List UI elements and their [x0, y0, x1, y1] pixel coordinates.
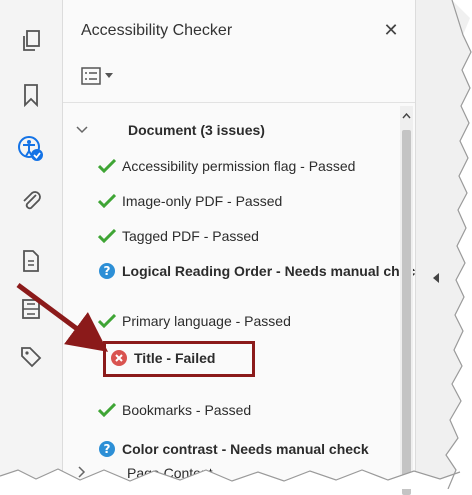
scroll-thumb[interactable]: [402, 130, 411, 495]
passed-check-icon: [98, 312, 116, 330]
chevron-down-icon: [76, 126, 88, 134]
accessibility-checker-panel: Accessibility Checker ✕ Document (3 issu…: [63, 0, 416, 495]
tree-item-label: Bookmarks - Passed: [122, 402, 252, 418]
scroll-up-button[interactable]: [401, 110, 412, 122]
options-button[interactable]: [81, 64, 129, 88]
passed-check-icon: [98, 401, 116, 419]
tree-item[interactable]: Tagged PDF - Passed: [98, 221, 415, 251]
caret-left-icon: [433, 273, 439, 283]
highlight-box: [103, 341, 255, 377]
compare-icon[interactable]: [14, 292, 48, 326]
document-area-edge: [416, 0, 472, 489]
chevron-up-icon: [402, 113, 411, 119]
tree-item-label: Tagged PDF - Passed: [122, 228, 259, 244]
chevron-right-icon: [78, 466, 86, 478]
tool-rail: [0, 0, 63, 489]
panel-title: Accessibility Checker: [81, 22, 233, 39]
tree-item-label: Color contrast - Needs manual check: [122, 441, 369, 457]
tree-item-label: Accessibility permission flag - Passed: [122, 158, 356, 174]
options-list-icon: [81, 67, 101, 85]
manual-check-icon: ?: [98, 440, 116, 458]
document-properties-icon[interactable]: [14, 244, 48, 278]
tree-item[interactable]: Bookmarks - Passed: [98, 395, 415, 425]
tree-item-label: Primary language - Passed: [122, 313, 291, 329]
tree-section-document[interactable]: Document (3 issues): [128, 115, 415, 145]
tree-item[interactable]: Primary language - Passed: [98, 306, 415, 336]
accessibility-icon[interactable]: [14, 132, 48, 166]
scrollbar[interactable]: [400, 106, 413, 495]
pages-icon[interactable]: [14, 24, 48, 58]
results-tree: Document (3 issues) Accessibility permis…: [63, 103, 415, 489]
close-icon: ✕: [383, 19, 399, 40]
tree-item[interactable]: Image-only PDF - Passed: [98, 186, 415, 216]
close-button[interactable]: ✕: [379, 18, 403, 42]
svg-text:?: ?: [104, 442, 111, 456]
manual-check-icon: ?: [98, 262, 116, 280]
collapse-panel-button[interactable]: [428, 268, 444, 288]
tree-section-page-content[interactable]: Page Content: [127, 458, 415, 488]
attachment-icon[interactable]: [14, 184, 48, 218]
bookmark-icon[interactable]: [14, 78, 48, 112]
section-label: Document (3 issues): [128, 122, 265, 138]
svg-text:?: ?: [104, 264, 111, 278]
passed-check-icon: [98, 192, 116, 210]
passed-check-icon: [98, 227, 116, 245]
section-label: Page Content: [127, 465, 213, 481]
chevron-down-icon: [105, 73, 113, 78]
expand-chevron[interactable]: [75, 465, 89, 479]
tags-icon[interactable]: [14, 340, 48, 374]
tree-item[interactable]: ? Logical Reading Order - Needs manual c…: [98, 256, 415, 286]
tree-item-label: Logical Reading Order - Needs manual che…: [122, 263, 415, 279]
collapse-chevron[interactable]: [75, 123, 89, 137]
tree-item-label: Image-only PDF - Passed: [122, 193, 283, 209]
tree-item[interactable]: Accessibility permission flag - Passed: [98, 151, 415, 181]
passed-check-icon: [98, 157, 116, 175]
